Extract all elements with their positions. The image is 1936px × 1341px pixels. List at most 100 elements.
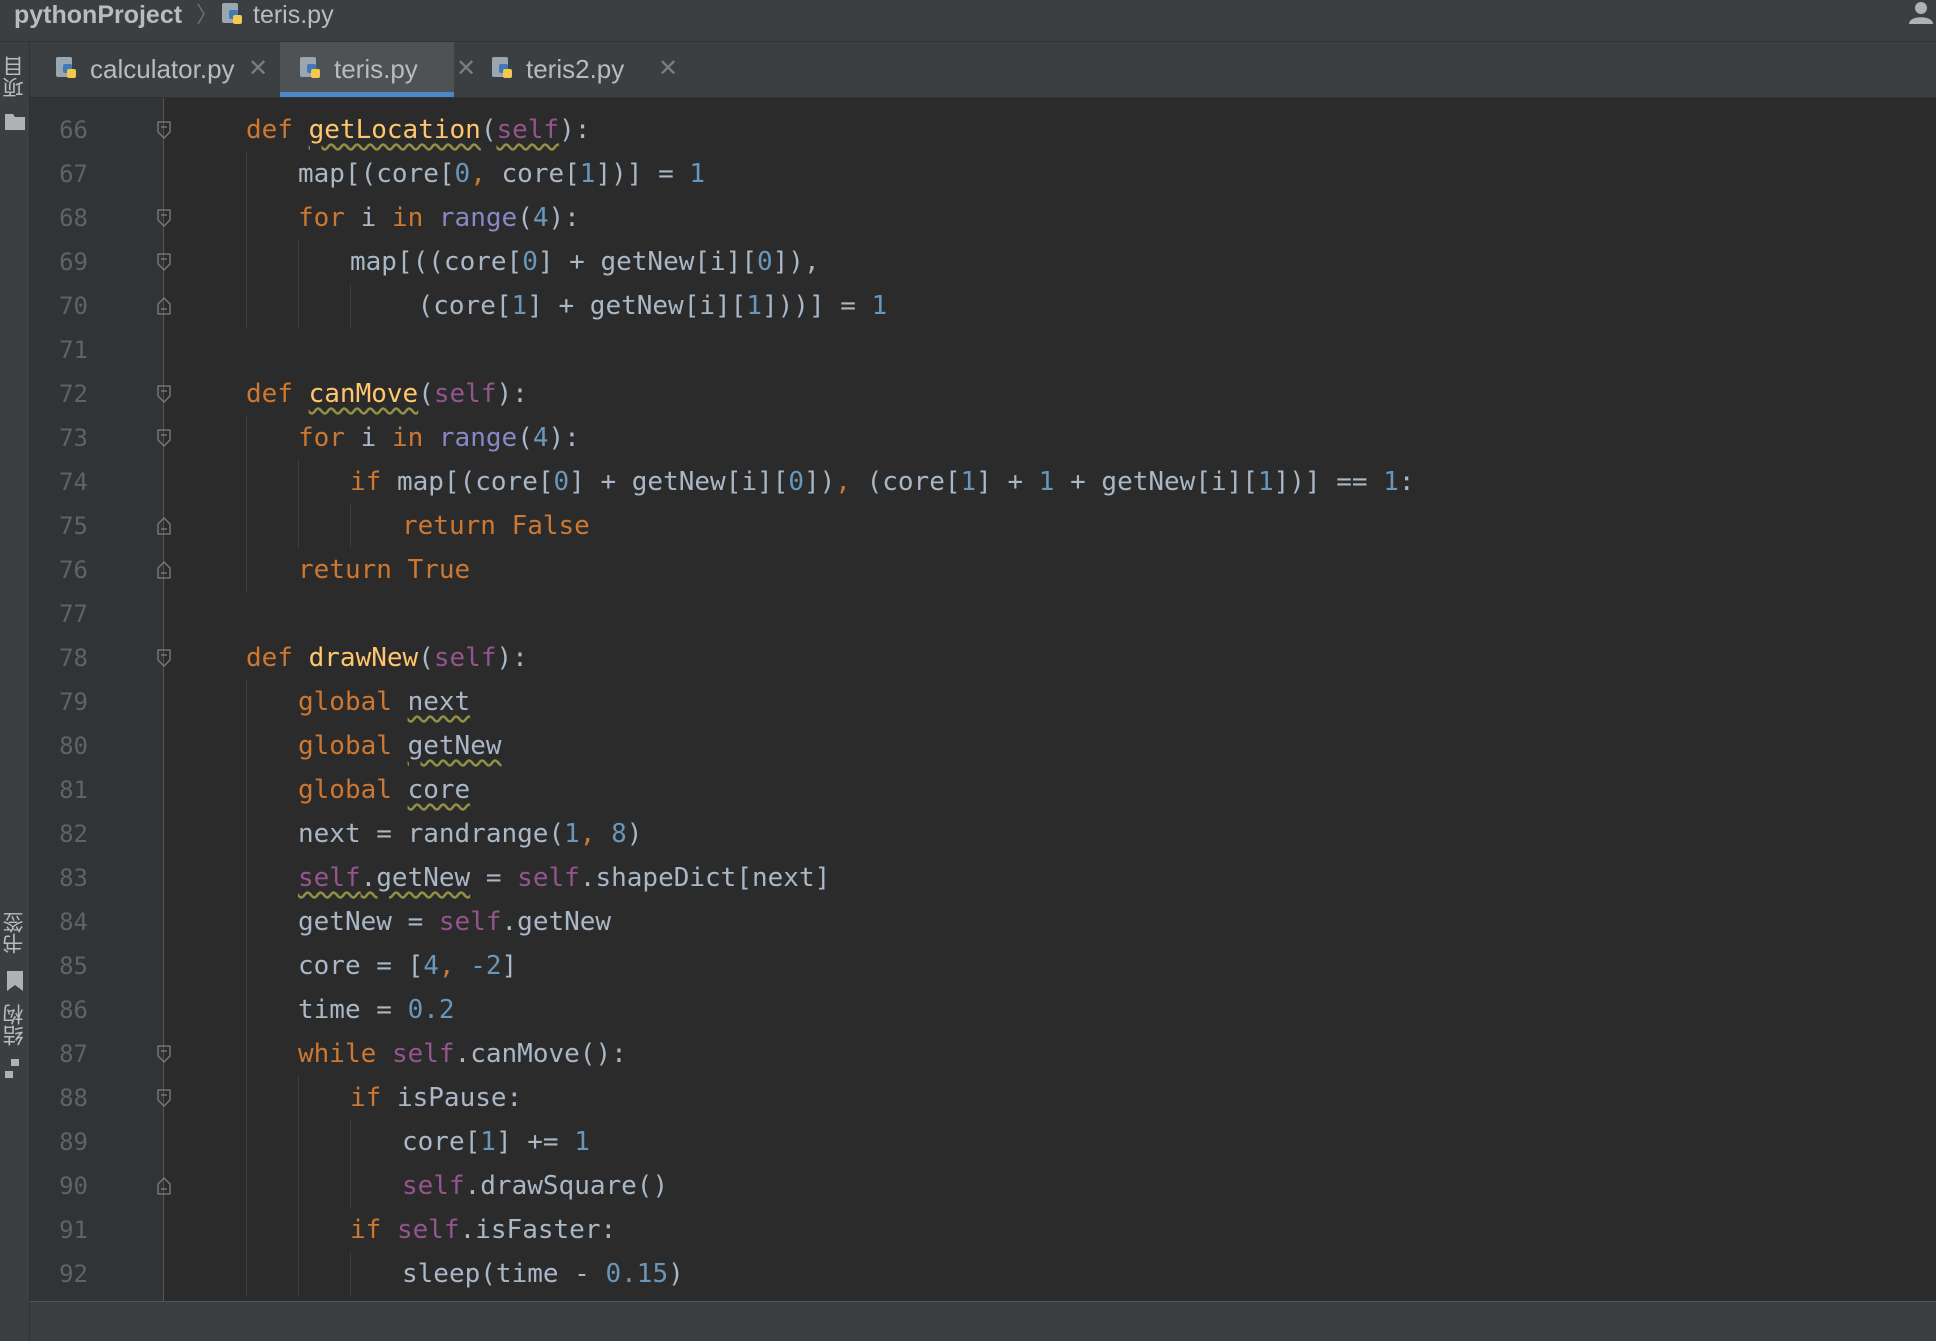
line-number[interactable]: 91 — [30, 1208, 88, 1252]
code-line[interactable]: 68 for i in range(4): — [30, 196, 1936, 240]
fold-icon[interactable] — [156, 208, 172, 228]
code-text[interactable]: next = randrange(1, 8) — [298, 812, 642, 856]
code-line[interactable]: 86 time = 0.2 — [30, 988, 1936, 1032]
line-number[interactable]: 84 — [30, 900, 88, 944]
line-number[interactable]: 82 — [30, 812, 88, 856]
code-text[interactable]: map[(core[0, core[1])] = 1 — [298, 152, 705, 196]
code-line[interactable]: 88 if isPause: — [30, 1076, 1936, 1120]
fold-icon[interactable] — [156, 296, 172, 316]
code-text[interactable]: def canMove(self): — [246, 372, 528, 416]
line-number[interactable]: 72 — [30, 372, 88, 416]
code-text[interactable]: core[1] += 1 — [402, 1120, 590, 1164]
code-text[interactable]: time = 0.2 — [298, 988, 455, 1032]
line-number[interactable]: 89 — [30, 1120, 88, 1164]
code-text[interactable]: global core — [298, 768, 470, 812]
code-text[interactable]: def drawNew(self): — [246, 636, 528, 680]
structure-icon[interactable] — [3, 1058, 27, 1080]
code-line[interactable]: 67 map[(core[0, core[1])] = 1 — [30, 152, 1936, 196]
line-number[interactable]: 77 — [30, 592, 88, 636]
line-number[interactable]: 86 — [30, 988, 88, 1032]
code-line[interactable]: 91 if self.isFaster: — [30, 1208, 1936, 1252]
code-text[interactable]: if map[(core[0] + getNew[i][0]), (core[1… — [350, 460, 1415, 504]
code-line[interactable]: 73 for i in range(4): — [30, 416, 1936, 460]
code-text[interactable]: for i in range(4): — [298, 416, 580, 460]
line-number[interactable]: 71 — [30, 328, 88, 372]
code-line[interactable]: 84 getNew = self.getNew — [30, 900, 1936, 944]
tab-calculator[interactable]: calculator.py ✕ — [30, 42, 268, 97]
fold-icon[interactable] — [156, 648, 172, 668]
line-number[interactable]: 76 — [30, 548, 88, 592]
code-line[interactable]: 74 if map[(core[0] + getNew[i][0]), (core… — [30, 460, 1936, 504]
code-text[interactable]: sleep(time - 0.15) — [402, 1252, 684, 1296]
line-number[interactable]: 66 — [30, 108, 88, 152]
code-line[interactable]: 90 self.drawSquare() — [30, 1164, 1936, 1208]
code-text[interactable]: (core[1] + getNew[i][1]))] = 1 — [418, 284, 888, 328]
code-text[interactable]: while self.canMove(): — [298, 1032, 627, 1076]
line-number[interactable]: 78 — [30, 636, 88, 680]
line-number[interactable]: 81 — [30, 768, 88, 812]
line-number[interactable]: 73 — [30, 416, 88, 460]
line-number[interactable]: 67 — [30, 152, 88, 196]
code-line[interactable]: 75 return False — [30, 504, 1936, 548]
bookmarks-tool-label[interactable]: 书签 — [3, 912, 27, 954]
line-number[interactable]: 74 — [30, 460, 88, 504]
close-icon[interactable]: ✕ — [248, 42, 268, 96]
line-number[interactable]: 90 — [30, 1164, 88, 1208]
line-number[interactable]: 87 — [30, 1032, 88, 1076]
fold-icon[interactable] — [156, 252, 172, 272]
code-line[interactable]: 85 core = [4, -2] — [30, 944, 1936, 988]
code-line[interactable]: 72 def canMove(self): — [30, 372, 1936, 416]
bookmark-icon[interactable] — [3, 970, 27, 992]
fold-icon[interactable] — [156, 428, 172, 448]
code-line[interactable]: 66 def getLocation(self): — [30, 108, 1936, 152]
code-text[interactable]: global getNew — [298, 724, 502, 768]
code-line[interactable]: 71 — [30, 328, 1936, 372]
fold-icon[interactable] — [156, 1176, 172, 1196]
line-number[interactable]: 92 — [30, 1252, 88, 1296]
fold-icon[interactable] — [156, 1088, 172, 1108]
line-number[interactable]: 88 — [30, 1076, 88, 1120]
code-text[interactable]: def getLocation(self): — [246, 108, 590, 152]
code-line[interactable]: 92 sleep(time - 0.15) — [30, 1252, 1936, 1296]
line-number[interactable]: 69 — [30, 240, 88, 284]
close-icon[interactable]: ✕ — [658, 42, 678, 96]
fold-icon[interactable] — [156, 1044, 172, 1064]
code-line[interactable]: 80 global getNew — [30, 724, 1936, 768]
structure-tool-label[interactable]: 结构 — [3, 1004, 27, 1046]
folder-icon[interactable] — [3, 110, 27, 132]
line-number[interactable]: 70 — [30, 284, 88, 328]
code-text[interactable]: if self.isFaster: — [350, 1208, 616, 1252]
project-tool-label[interactable]: 项目 — [3, 56, 27, 98]
code-line[interactable]: 89 core[1] += 1 — [30, 1120, 1936, 1164]
line-number[interactable]: 80 — [30, 724, 88, 768]
code-line[interactable]: 78 def drawNew(self): — [30, 636, 1936, 680]
code-line[interactable]: 76 return True — [30, 548, 1936, 592]
code-line[interactable]: 70 (core[1] + getNew[i][1]))] = 1 — [30, 284, 1936, 328]
code-area[interactable]: 66 def getLocation(self): 67 map[(core[0, c… — [30, 108, 1936, 1296]
line-number[interactable]: 75 — [30, 504, 88, 548]
tab-teris2[interactable]: teris2.py ✕ — [474, 42, 678, 97]
fold-icon[interactable] — [156, 120, 172, 140]
code-line[interactable]: 87 while self.canMove(): — [30, 1032, 1936, 1076]
fold-icon[interactable] — [156, 516, 172, 536]
user-icon[interactable] — [1906, 0, 1936, 24]
code-text[interactable]: return False — [402, 504, 590, 548]
code-line[interactable]: 83 self.getNew = self.shapeDict[next] — [30, 856, 1936, 900]
code-line[interactable]: 79 global next — [30, 680, 1936, 724]
line-number[interactable]: 79 — [30, 680, 88, 724]
line-number[interactable]: 83 — [30, 856, 88, 900]
breadcrumb-project[interactable]: pythonProject — [14, 0, 182, 30]
code-line[interactable]: 81 global core — [30, 768, 1936, 812]
code-text[interactable]: self.drawSquare() — [402, 1164, 668, 1208]
code-line[interactable]: 77 — [30, 592, 1936, 636]
code-text[interactable]: if isPause: — [350, 1076, 522, 1120]
line-number[interactable]: 68 — [30, 196, 88, 240]
line-number[interactable]: 85 — [30, 944, 88, 988]
code-text[interactable]: self.getNew = self.shapeDict[next] — [298, 856, 830, 900]
code-text[interactable]: getNew = self.getNew — [298, 900, 611, 944]
code-editor[interactable]: 66 def getLocation(self): 67 map[(core[0, c… — [30, 98, 1936, 1301]
code-text[interactable]: for i in range(4): — [298, 196, 580, 240]
code-text[interactable]: global next — [298, 680, 470, 724]
breadcrumb-file[interactable]: teris.py — [253, 0, 334, 30]
code-text[interactable]: map[((core[0] + getNew[i][0]), — [350, 240, 820, 284]
